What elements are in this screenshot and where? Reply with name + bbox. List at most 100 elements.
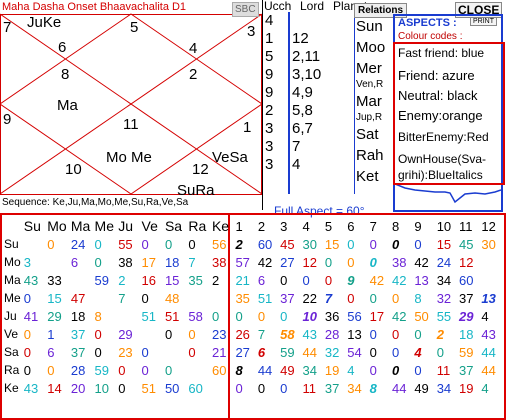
grid-cell: 6 [70, 254, 79, 270]
grid-cell: 10 [94, 380, 110, 396]
grid-house-cell: 0 [324, 272, 333, 288]
planet-column: Sun Moo Mer Ven,R Mar Jup,R Sat Rah Ket [356, 16, 394, 194]
planet-name: Ven,R [356, 79, 384, 90]
grid-cell: 15 [164, 272, 180, 288]
grid-cell: 58 [188, 308, 203, 324]
ucch-value: 9 [265, 66, 274, 83]
grid-house-cell: 10 [302, 308, 317, 324]
house-number: 3 [247, 23, 256, 40]
grid-house-cell: 44 [391, 380, 407, 396]
grid-row: Ke 43 14 20 10 0 51 50 60 0 0 0 11 37 34 8 44 49 34 19 4 [4, 379, 504, 397]
grid-row-label: Ve [4, 327, 19, 341]
grid-cell: 0 [23, 326, 31, 342]
grid-cell: 28 [70, 362, 86, 378]
grid-cell: 51 [141, 380, 156, 396]
dasha-sequence: Sequence: Ke,Ju,Ma,Mo,Me,Su,Ra,Ve,Sa [2, 197, 189, 208]
grid-house-cell: 17 [369, 308, 385, 324]
legend-neutral: Neutral: black [398, 88, 478, 103]
house-12-planets: JuKe [27, 14, 62, 31]
grid-house-cell: 42 [391, 272, 407, 288]
grid-house-cell: 0 [414, 236, 422, 252]
grid-row-label: Me [4, 291, 21, 305]
grid-planet-header: Su [23, 218, 41, 234]
grid-cell: 37 [70, 326, 86, 342]
grid-house-cell: 0 [391, 290, 400, 306]
grid-house-cell: 32 [324, 344, 340, 360]
grid-row: Me 0 15 47 7 0 48 35 51 37 22 7 0 0 0 8 32 37 13 [4, 289, 504, 307]
ucch-value: 3 [265, 120, 274, 137]
grid-house-cell: 49 [280, 362, 295, 378]
grid-house-cell: 57 [235, 254, 250, 270]
grid-house-cell: 13 [414, 272, 429, 288]
ucch-value: 3 [265, 156, 274, 173]
grid-cell: 47 [70, 290, 86, 306]
grid-house-cell: 37 [459, 290, 474, 306]
grid-house-cell: 11 [302, 380, 317, 396]
grid-house-cell: 59 [459, 344, 474, 360]
grid-house-cell: 34 [347, 380, 362, 396]
house-number: 10 [65, 161, 82, 178]
grid-cell: 59 [94, 272, 110, 288]
grid-house-cell: 59 [280, 344, 295, 360]
house-number: 6 [58, 39, 67, 56]
grid-cell: 51 [141, 308, 156, 324]
grid-house-header: 1 [235, 218, 243, 234]
grid-house-cell: 12 [459, 254, 474, 270]
grid-house-cell: 2 [235, 236, 243, 252]
lord-value: 12 [292, 30, 309, 47]
planet-name: Ket [356, 168, 379, 185]
grid-cell: 0 [118, 380, 126, 396]
grid-row: Ma 43 33 59 2 16 15 35 2 21 6 0 0 0 9 42 42 13 34 60 [4, 271, 504, 289]
grid-house-cell: 35 [235, 290, 250, 306]
grid-house-cell: 60 [459, 272, 474, 288]
grid-house-cell: 21 [235, 272, 250, 288]
grid-house-cell: 19 [324, 362, 340, 378]
ucch-value: 2 [265, 102, 274, 119]
grid-cell: 0 [118, 362, 126, 378]
grid-house-cell: 0 [391, 362, 400, 378]
grid-house-cell: 0 [369, 326, 377, 342]
grid-cell [47, 253, 71, 271]
grid-cell: 16 [141, 272, 156, 288]
grid-house-cell: 0 [257, 380, 266, 396]
grid-house-header: 10 [436, 218, 452, 234]
grid-house-cell: 7 [257, 326, 266, 342]
grid-cell: 56 [211, 236, 227, 252]
sbc-button[interactable]: SBC [232, 2, 259, 17]
grid-house-cell: 34 [436, 380, 452, 396]
grid-house-cell: 8 [369, 380, 377, 396]
colour-codes-label: Colour codes : [398, 31, 463, 42]
chart-title: Maha Dasha Onset Bhaavachalita D1 [2, 1, 187, 13]
grid-house-cell: 0 [324, 254, 333, 270]
grid-cell [24, 235, 47, 253]
grid-cell: 24 [70, 236, 86, 252]
grid-house-cell [481, 253, 504, 271]
grid-house-cell: 45 [280, 236, 295, 252]
grid-cell: 0 [47, 236, 55, 252]
grid-house-cell: 37 [324, 380, 340, 396]
grid-house-cell: 44 [257, 362, 273, 378]
planet-name: Mer [356, 60, 382, 77]
house-6-planets: VeSa [212, 149, 248, 166]
grid-cell: 0 [164, 326, 173, 342]
grid-house-cell: 45 [459, 236, 474, 252]
planet-name: Moo [356, 39, 386, 56]
grid-row: Sa 0 6 37 0 23 0 0 21 27 6 59 44 32 54 0 0 4 0 59 44 [4, 343, 504, 361]
grid-cell: 6 [47, 344, 55, 360]
grid-cell: 0 [94, 344, 102, 360]
grid-cell [212, 379, 235, 397]
grid-house-cell: 0 [369, 344, 377, 360]
grid-house-cell: 49 [414, 380, 429, 396]
grid-cell: 18 [164, 254, 180, 270]
grid-house-cell: 0 [280, 380, 288, 396]
grid-row-label: Ke [4, 381, 19, 395]
grid-house-cell: 60 [257, 236, 273, 252]
grid-house-cell: 15 [324, 236, 340, 252]
ucch-value: 9 [265, 84, 274, 101]
grid-house-header: 12 [481, 218, 496, 234]
legend-enemy: Enemy:orange [398, 108, 483, 123]
grid-cell: 48 [164, 290, 180, 306]
grid-cell: 0 [188, 326, 196, 342]
grid-house-header: 11 [459, 218, 473, 234]
grid-cell: 23 [118, 344, 133, 360]
